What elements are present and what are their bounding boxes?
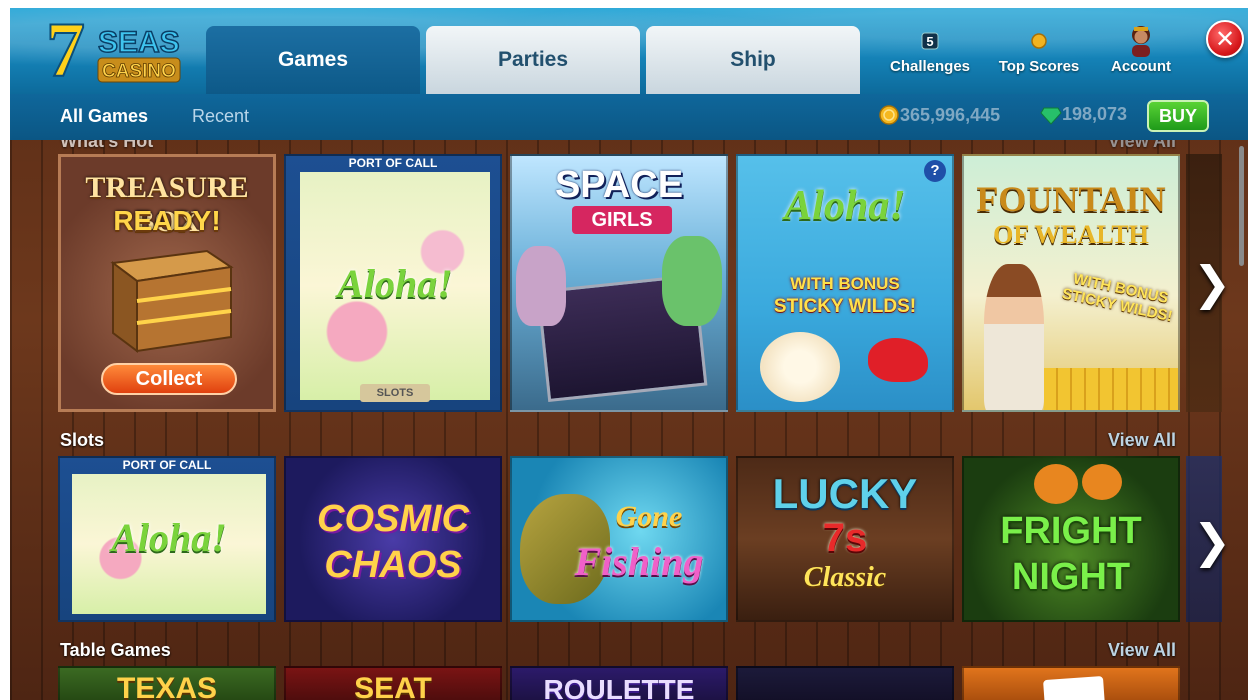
gem-amount: 198,073 [1062, 104, 1128, 124]
tile-cosmic-chaos[interactable]: COSMIC CHAOS [284, 456, 502, 622]
header-bar: 7 SEAS CASINO Games Parties Ship 5 Chall… [10, 8, 1248, 94]
tab-parties[interactable]: Parties [426, 26, 640, 94]
tile-aloha-sticky-wilds[interactable]: ? Aloha! WITH BONUS STICKY WILDS! [736, 154, 954, 412]
lucky-classic: Classic [803, 562, 887, 593]
slots-aloha-banner: PORT OF CALL [122, 458, 212, 472]
red-bird [868, 338, 928, 382]
sub-navigation-bar: All Games Recent 365,996,445 198,073 BUY [10, 94, 1248, 138]
slots-aloha-art: Aloha! [72, 474, 266, 614]
aloha2-title: Aloha! [784, 183, 906, 229]
night-title: NIGHT [1011, 556, 1131, 598]
tile-treasure-box[interactable]: TREASURE BOX READY! Collect [58, 154, 276, 412]
fountain-subtitle: OF WEALTH [993, 220, 1149, 249]
pumpkin-icon [1034, 464, 1078, 504]
aloha-banner: PORT OF CALL [348, 156, 438, 170]
challenges-button[interactable]: 5 Challenges [885, 22, 975, 82]
challenges-icon: 5 [919, 22, 941, 58]
next-arrow-slots[interactable]: ❯ [1186, 496, 1238, 586]
fishing-gone: Gone [615, 500, 683, 533]
gem-icon [1040, 107, 1062, 125]
tile-seat[interactable]: SEAT [284, 666, 502, 700]
subtab-recent[interactable]: Recent [192, 94, 249, 138]
section-title-whats-hot: What's Hot [60, 131, 154, 151]
account-label: Account [1111, 58, 1171, 75]
tile-gone-fishing[interactable]: Gone Fishing [510, 456, 728, 622]
coin-balance: 365,996,445 [878, 104, 1000, 126]
logo-casino: CASINO [102, 61, 176, 82]
top-scores-label: Top Scores [998, 58, 1080, 75]
gold-coins-pile [1044, 368, 1178, 410]
treasure-chest-icon [110, 249, 234, 353]
coin-icon [879, 105, 899, 125]
pumpkin-icon-2 [1082, 464, 1122, 500]
tile-aloha-port-of-call[interactable]: PORT OF CALL Aloha! SLOTS [284, 154, 502, 412]
fountain-title: FOUNTAIN [976, 179, 1166, 219]
account-button[interactable]: Account [1096, 22, 1186, 82]
character-left [516, 246, 566, 326]
coin-amount: 365,996,445 [900, 104, 1001, 125]
challenges-badge: 5 [926, 34, 933, 49]
treasure-ready: READY! [113, 205, 221, 236]
seat-title: SEAT [354, 672, 432, 700]
tile-space-girls[interactable]: SPACE GIRLS [510, 154, 728, 412]
slots-aloha-title: Aloha! [111, 515, 227, 560]
buy-button-display[interactable]: BUY [1147, 100, 1209, 132]
tab-games[interactable]: Games [206, 26, 420, 94]
lucky-title: LUCKY [772, 470, 918, 517]
tile-table-game-5[interactable] [962, 666, 1180, 700]
chaos-title: CHAOS [324, 544, 462, 586]
space-title: SPACE [554, 164, 684, 206]
tile-texas[interactable]: TEXAS [58, 666, 276, 700]
white-flower [760, 332, 840, 402]
close-button[interactable]: ✕ [1206, 20, 1244, 58]
top-scores-button[interactable]: Top Scores [994, 22, 1084, 82]
aloha-art: Aloha! SLOTS [300, 172, 490, 402]
logo-number: 7 [46, 14, 85, 88]
lucky-7s: 7s [822, 516, 868, 560]
aloha-title: Aloha! [337, 261, 453, 306]
slots-tag: SLOTS [360, 384, 430, 402]
tile-fountain-of-wealth[interactable]: FOUNTAIN OF WEALTH WITH BONUS STICKY WIL… [962, 154, 1180, 412]
section-title-slots: Slots [60, 430, 105, 450]
aloha2-sub1: WITH BONUS [790, 274, 900, 293]
fountain-bonus: WITH BONUS STICKY WILDS! [1058, 268, 1178, 326]
character-right [662, 236, 722, 326]
goddess-figure [984, 264, 1044, 410]
tile-fright-night[interactable]: FRIGHT NIGHT [962, 456, 1180, 622]
help-icon[interactable]: ? [924, 160, 946, 182]
tab-ship[interactable]: Ship [646, 26, 860, 94]
tile-slots-aloha[interactable]: PORT OF CALL Aloha! [58, 456, 276, 622]
space-girls-badge: GIRLS [572, 206, 672, 234]
collect-button[interactable]: Collect [101, 363, 237, 395]
avatar [1126, 22, 1156, 58]
aloha2-sub2: STICKY WILDS! [773, 296, 917, 317]
tile-table-game-4[interactable] [736, 666, 954, 700]
challenges-label: Challenges [889, 58, 971, 75]
close-icon: ✕ [1214, 25, 1236, 53]
cosmic-title: COSMIC [317, 498, 469, 540]
roulette-title: ROULETTE [543, 674, 695, 700]
seven-seas-casino-logo[interactable]: 7 SEAS CASINO [42, 8, 182, 94]
section-title-table-games: Table Games [60, 640, 171, 660]
vertical-scrollbar[interactable] [1239, 146, 1244, 266]
next-arrow-hot[interactable]: ❯ [1186, 238, 1238, 328]
fishing-title: Fishing [574, 539, 704, 584]
texas-title: TEXAS [116, 672, 218, 700]
medal-icon [1028, 22, 1050, 58]
tile-roulette[interactable]: ROULETTE [510, 666, 728, 700]
casino-app: 7 SEAS CASINO Games Parties Ship 5 Chall… [10, 8, 1248, 700]
view-all-table-games[interactable]: View All [1108, 640, 1176, 661]
playing-cards-icon [1043, 675, 1105, 700]
view-all-slots[interactable]: View All [1108, 430, 1176, 451]
gem-balance: 198,073 [1040, 104, 1127, 125]
view-all-whats-hot[interactable]: View All [1108, 131, 1176, 152]
tile-lucky-7s-classic[interactable]: LUCKY 7s Classic [736, 456, 954, 622]
logo-seas: SEAS [98, 26, 180, 59]
fright-title: FRIGHT [1000, 510, 1142, 552]
